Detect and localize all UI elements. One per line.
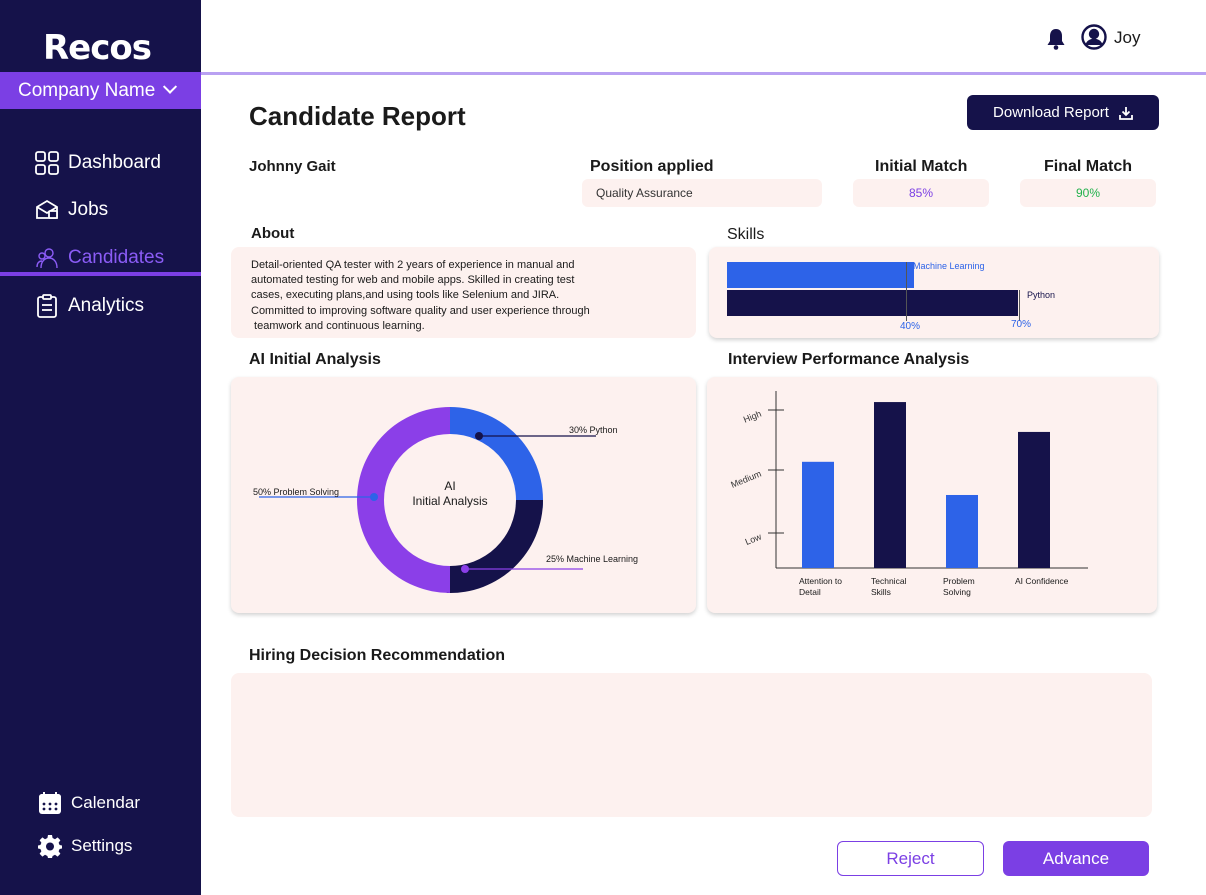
sidebar-item-label: Calendar — [71, 793, 140, 812]
x-tick-label: Skills — [871, 587, 891, 597]
download-report-button[interactable]: Download Report — [967, 95, 1159, 130]
sidebar-item-label: Jobs — [68, 199, 109, 220]
skills-label: Skills — [727, 226, 765, 243]
final-match-value: 90% — [1020, 179, 1156, 207]
x-tick-label: Attention to — [799, 576, 842, 586]
about-label: About — [251, 225, 295, 242]
company-name: Company Name — [18, 79, 156, 101]
gear-icon — [37, 833, 63, 859]
leader-dot — [370, 493, 378, 501]
final-match-label: Final Match — [1044, 158, 1133, 175]
sidebar-item-candidates[interactable]: Candidates — [34, 245, 164, 271]
sidebar-item-calendar[interactable]: Calendar — [37, 790, 140, 816]
donut-center-label: Initial Analysis — [412, 494, 487, 508]
donut-center-label: AI — [444, 479, 455, 493]
y-tick-label: Low — [744, 531, 764, 547]
hiring-recommendation-box — [231, 673, 1152, 817]
sidebar-item-label: Settings — [71, 836, 133, 855]
bell-icon[interactable] — [1046, 28, 1066, 55]
sidebar-item-analytics[interactable]: Analytics — [34, 293, 144, 319]
x-tick-label: Technical — [871, 576, 907, 586]
download-icon — [1119, 106, 1133, 120]
position-label: Position applied — [590, 158, 714, 175]
skill-percent: 70% — [1011, 319, 1032, 330]
x-tick-label: Solving — [943, 587, 971, 597]
sidebar-item-settings[interactable]: Settings — [37, 833, 132, 859]
top-bar-divider — [201, 72, 1206, 75]
skill-name: Python — [1027, 290, 1056, 300]
about-line: automated testing for web and mobile app… — [251, 274, 575, 287]
interview-bar-chart: Low Medium High Attention toDetail Technical… — [729, 391, 1088, 597]
clipboard-icon — [34, 293, 60, 319]
chevron-down-icon — [163, 79, 178, 94]
reject-button[interactable]: Reject — [837, 841, 984, 876]
bar — [946, 494, 978, 568]
donut-slice-python — [450, 407, 543, 509]
x-tick-label: AI Confidence — [1015, 576, 1069, 586]
interview-card: Low Medium High Attention to Detail Technical… — [707, 377, 1157, 613]
app-logo[interactable]: Recos — [43, 28, 152, 68]
skill-bar-machine-learning — [727, 262, 914, 288]
donut-chart: AIInitial Analysis 30% Python 25% Machine … — [253, 407, 638, 593]
hiring-title: Hiring Decision Recommendation — [249, 647, 506, 664]
skill-bar-python — [727, 290, 1018, 316]
briefcase-icon — [34, 197, 60, 223]
skill-name: Machine Learning — [913, 261, 985, 271]
ai-analysis-card: AI Initial Analysis 30% Python 25% Machine … — [231, 377, 696, 613]
grid-icon — [34, 150, 60, 176]
sidebar-item-jobs[interactable]: Jobs — [34, 197, 108, 223]
sidebar: Recos Company Name Dashboard Jobs Candid… — [0, 0, 201, 895]
sidebar-item-dashboard[interactable]: Dashboard — [34, 150, 161, 176]
x-tick-label: Problem — [943, 576, 975, 586]
calendar-icon — [37, 790, 63, 816]
candidate-name: Johnny Gait — [249, 158, 336, 175]
bar — [874, 402, 906, 568]
sidebar-item-label: Analytics — [68, 295, 145, 316]
initial-match-label: Initial Match — [875, 158, 968, 175]
skill-percent: 40% — [900, 321, 921, 332]
about-text: Detail-oriented QA tester with 2 years o… — [251, 258, 611, 334]
about-line: Committed to improving software quality … — [251, 304, 590, 317]
initial-match-value: 85% — [853, 179, 989, 207]
about-line: teamwork and continuous learning. — [251, 319, 425, 332]
about-line: Detail-oriented QA tester with 2 years o… — [251, 259, 575, 271]
donut-label: 50% Problem Solving — [253, 487, 339, 497]
donut-slice-machine-learning — [446, 500, 543, 593]
bar — [802, 461, 834, 568]
about-line: cases, executing plans,and using tools l… — [251, 289, 560, 302]
active-indicator — [0, 272, 201, 276]
username[interactable]: Joy — [1114, 28, 1140, 48]
leader-dot — [461, 565, 469, 573]
download-label: Download Report — [993, 104, 1109, 121]
skill-marker — [906, 262, 907, 321]
y-tick-label: Medium — [729, 469, 762, 490]
page-title: Candidate Report — [249, 101, 466, 131]
position-field: Quality Assurance — [582, 179, 822, 207]
donut-label: 30% Python — [569, 425, 618, 435]
bar — [1018, 431, 1050, 568]
user-avatar-icon[interactable] — [1081, 24, 1107, 55]
y-tick-label: High — [742, 409, 763, 425]
interview-title: Interview Performance Analysis — [728, 351, 970, 368]
skill-marker — [1019, 290, 1020, 321]
candidates-icon — [34, 245, 60, 271]
donut-label: 25% Machine Learning — [546, 554, 638, 564]
advance-button[interactable]: Advance — [1003, 841, 1149, 876]
sidebar-item-label: Dashboard — [68, 152, 161, 173]
company-selector[interactable]: Company Name — [0, 72, 201, 109]
sidebar-item-label: Candidates — [68, 247, 165, 268]
leader-dot — [475, 432, 483, 440]
x-tick-label: Detail — [799, 587, 821, 597]
ai-analysis-title: AI Initial Analysis — [249, 351, 381, 368]
